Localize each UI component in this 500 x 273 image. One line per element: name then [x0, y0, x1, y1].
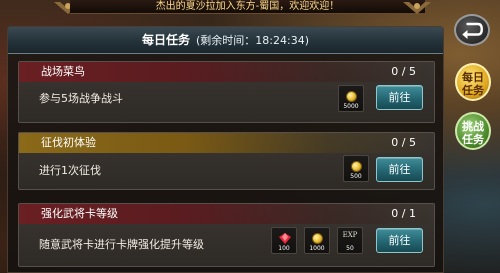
reward-slot: 1000	[304, 227, 330, 254]
reward-value: 1000	[309, 245, 325, 252]
panel-title: 每日任务	[141, 33, 190, 47]
task-name: 强化武将卡等级	[41, 207, 118, 220]
reward-value: 100	[278, 245, 290, 252]
reward-value: 5000	[343, 103, 359, 110]
task-progress: 0 / 5	[391, 65, 416, 78]
ruby-icon	[279, 233, 291, 244]
task-progress: 0 / 1	[391, 207, 416, 220]
challenge-task-tab-label-line2: 任务	[462, 133, 484, 146]
panel-header: 每日任务 (剩余时间：18:24:34)	[8, 27, 443, 54]
task-progress: 0 / 5	[391, 136, 416, 149]
challenge-task-tab-label-line1: 挑战	[462, 120, 484, 133]
task-card: 征伐初体验 0 / 5 进行1次征伐 500 前往	[18, 132, 435, 190]
reward-slot: 5000	[338, 85, 364, 112]
banner-right-ornament-icon	[403, 2, 431, 14]
task-description: 参与5场战争战斗	[39, 92, 123, 105]
coin-icon	[351, 161, 362, 172]
task-card: 强化武将卡等级 0 / 1 随意武将卡进行卡牌强化提升等级 100 1000 E…	[18, 203, 435, 267]
daily-task-tab-label-line2: 任务	[462, 84, 484, 97]
daily-task-tab-label-line1: 每日	[462, 71, 484, 84]
go-button[interactable]: 前往	[376, 228, 423, 253]
task-card: 战场菜鸟 0 / 5 参与5场战争战斗 5000 前往	[18, 61, 435, 123]
coin-icon	[346, 91, 357, 102]
go-button[interactable]: 前往	[376, 157, 423, 182]
daily-task-tab-button[interactable]: 每日 任务	[455, 63, 491, 101]
coin-icon	[312, 233, 323, 244]
daily-task-panel: 每日任务 (剩余时间：18:24:34) 战场菜鸟 0 / 5 参与5场战争战斗 …	[7, 26, 444, 273]
reward-slot: EXP 50	[337, 227, 363, 254]
challenge-task-tab-button[interactable]: 挑战 任务	[455, 112, 491, 150]
reward-value: 500	[350, 173, 362, 180]
return-arrow-icon	[462, 22, 483, 39]
exp-icon: EXP	[342, 231, 358, 239]
go-button[interactable]: 前往	[376, 85, 423, 110]
reward-slot: 100	[271, 227, 297, 254]
reward-slot: 500	[343, 155, 369, 182]
reward-value: 50	[346, 245, 354, 252]
task-description: 随意武将卡进行卡牌强化提升等级	[39, 238, 204, 251]
task-description: 进行1次征伐	[39, 164, 101, 177]
task-name: 征伐初体验	[41, 136, 96, 149]
news-banner: 杰出的夏沙拉加入东方-蜀国，欢迎欢迎！	[70, 0, 425, 14]
remaining-time: (剩余时间：18:24:34)	[196, 34, 309, 47]
back-button[interactable]	[454, 14, 490, 46]
news-banner-text: 杰出的夏沙拉加入东方-蜀国，欢迎欢迎！	[155, 1, 340, 12]
task-name: 战场菜鸟	[41, 65, 85, 78]
